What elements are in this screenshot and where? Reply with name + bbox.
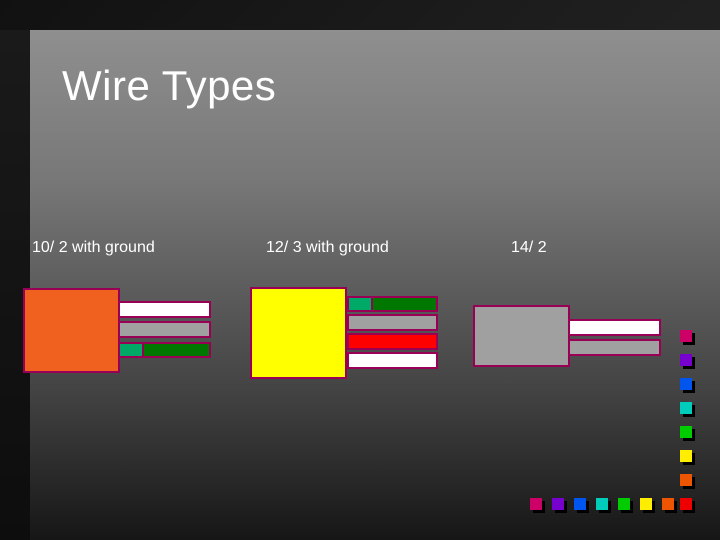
cable-label-14-2: 14/ 2	[511, 239, 547, 256]
wire-white	[347, 352, 438, 369]
decor-square-vertical	[680, 402, 692, 414]
decor-square-horizontal	[530, 498, 542, 510]
wire-white	[118, 301, 211, 318]
cable-label-12-3: 12/ 3 with ground	[266, 239, 389, 256]
wire-white	[568, 319, 661, 336]
wire-ground-stripe	[118, 342, 144, 358]
decor-square-horizontal	[596, 498, 608, 510]
left-background-strip	[0, 30, 30, 540]
decor-square-horizontal	[640, 498, 652, 510]
decor-square-vertical	[680, 474, 692, 486]
wire-red	[347, 333, 438, 350]
wire-gray	[118, 321, 211, 338]
cable-sheath-10-2	[23, 288, 120, 373]
wire-ground-stripe	[347, 296, 373, 312]
wire-ground	[371, 296, 438, 312]
wire-ground	[142, 342, 211, 358]
decor-square-horizontal	[618, 498, 630, 510]
cable-label-10-2: 10/ 2 with ground	[32, 239, 155, 256]
wire-gray	[347, 314, 438, 331]
decor-square-vertical	[680, 378, 692, 390]
slide-title: Wire Types	[62, 62, 277, 109]
decor-square-vertical	[680, 450, 692, 462]
decor-square-vertical	[680, 426, 692, 438]
decor-square-horizontal	[552, 498, 564, 510]
wire-gray	[568, 339, 661, 356]
decor-square-vertical	[680, 498, 692, 510]
cable-sheath-14-2	[473, 305, 570, 367]
decor-square-horizontal	[662, 498, 674, 510]
cable-sheath-12-3	[250, 287, 347, 379]
decor-square-vertical	[680, 330, 692, 342]
decor-square-vertical	[680, 354, 692, 366]
decor-square-horizontal	[574, 498, 586, 510]
